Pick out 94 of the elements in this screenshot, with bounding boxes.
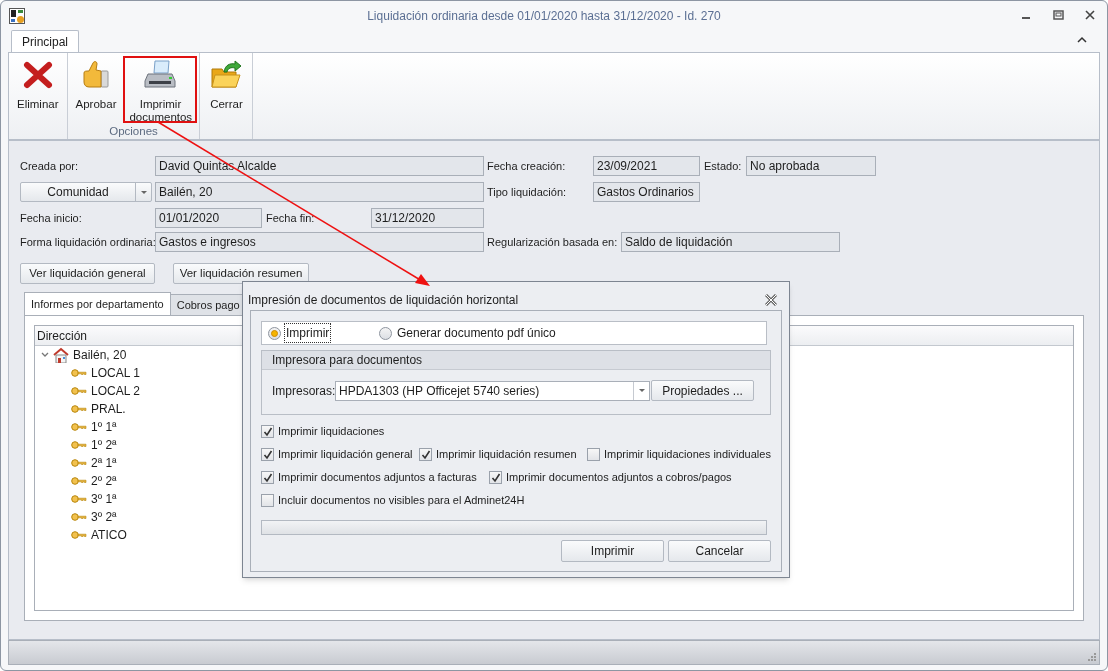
field-label: Regularización basada en:: [487, 234, 618, 250]
content-tab[interactable]: Informes por departamento: [24, 292, 171, 315]
tree-item[interactable]: 2ª 1ª: [91, 454, 117, 472]
radio-label[interactable]: Imprimir: [284, 323, 332, 343]
field-label: Estado:: [704, 158, 742, 174]
radio-button[interactable]: [268, 326, 281, 340]
check-icon: [420, 449, 431, 460]
checkbox[interactable]: [261, 425, 274, 438]
key-icon: [71, 422, 87, 432]
group-label: Opciones: [109, 125, 158, 137]
key-icon: [71, 494, 87, 504]
checkbox[interactable]: [419, 448, 432, 461]
field-label: Impresoras:: [272, 382, 335, 400]
house-icon: [53, 347, 69, 363]
key-icon: [71, 476, 87, 486]
close-button[interactable]: [765, 293, 777, 306]
group-title: Impresora para documentos: [272, 352, 423, 369]
close-icon: [765, 293, 777, 306]
checkbox[interactable]: [261, 494, 274, 507]
collapse-ribbon-icon[interactable]: [1077, 36, 1087, 44]
text-field[interactable]: 31/12/2020: [371, 208, 484, 228]
field-label: Fecha inicio:: [20, 210, 82, 226]
tree-item[interactable]: Bailén, 20: [73, 346, 127, 364]
dropdown-button[interactable]: Comunidad: [20, 182, 152, 202]
text-field[interactable]: Saldo de liquidación: [621, 232, 840, 252]
check-icon: [262, 426, 273, 437]
printer-dropdown[interactable]: HPDA1303 (HP Officejet 5740 series): [335, 380, 650, 401]
checkbox[interactable]: [261, 471, 274, 484]
printer-icon: [144, 59, 177, 89]
caret-down-icon: [637, 388, 646, 393]
text-field[interactable]: David Quintas Alcalde: [155, 156, 484, 176]
view-button[interactable]: Ver liquidación general: [20, 263, 155, 284]
text-field[interactable]: 01/01/2020: [155, 208, 262, 228]
key-icon: [71, 368, 87, 378]
checkbox-label[interactable]: Imprimir documentos adjuntos a facturas: [278, 469, 477, 486]
text-field[interactable]: Gastos e ingresos: [155, 232, 484, 252]
ribbon-button[interactable]: Eliminar: [11, 56, 65, 123]
close-icon[interactable]: [1085, 10, 1095, 20]
dialog-button[interactable]: Imprimir: [561, 540, 664, 562]
checkbox[interactable]: [261, 448, 274, 461]
radio-button[interactable]: [379, 326, 392, 340]
key-icon: [71, 440, 87, 450]
tree-item[interactable]: 2º 2ª: [91, 472, 117, 490]
tree-item[interactable]: PRAL.: [91, 400, 126, 418]
dialog-button[interactable]: Cancelar: [668, 540, 771, 562]
app-logo-icon: [9, 7, 25, 24]
ribbon-button[interactable]: Cerrar: [202, 56, 251, 123]
key-icon: [71, 512, 87, 522]
tree-item[interactable]: 3º 2ª: [91, 508, 117, 526]
tree-item[interactable]: 3º 1ª: [91, 490, 117, 508]
resize-grip-icon: [1087, 652, 1096, 661]
checkbox-label[interactable]: Imprimir documentos adjuntos a cobros/pagos: [506, 469, 732, 486]
field-label: Fecha creación:: [487, 158, 566, 174]
thumbs-up-icon: [80, 59, 112, 89]
radio-label[interactable]: Generar documento pdf único: [395, 323, 558, 343]
folder-arrow-icon: [210, 59, 243, 89]
checkbox-label[interactable]: Imprimir liquidaciones: [278, 423, 385, 440]
collapse-chevron-icon[interactable]: [41, 351, 49, 359]
column-header[interactable]: Dirección: [37, 326, 87, 345]
field-label: Forma liquidación ordinaria:: [20, 234, 156, 250]
tree-item[interactable]: 1º 2ª: [91, 436, 117, 454]
field-label: Fecha fin:: [266, 210, 315, 226]
text-field[interactable]: Bailén, 20: [155, 182, 484, 202]
text-field[interactable]: No aprobada: [746, 156, 876, 176]
key-icon: [71, 386, 87, 396]
text-field[interactable]: Gastos Ordinarios: [593, 182, 700, 202]
tree-item[interactable]: ATICO: [91, 526, 127, 544]
checkbox-label[interactable]: Imprimir liquidaciones individuales: [604, 446, 771, 463]
tree-item[interactable]: 1º 1ª: [91, 418, 117, 436]
window-title: Liquidación ordinaria desde 01/01/2020 hasta 31/12/2020 - Id. 270: [367, 7, 721, 25]
view-button[interactable]: Ver liquidación resumen: [173, 263, 309, 284]
checkbox[interactable]: [489, 471, 502, 484]
ribbon-tab[interactable]: Principal: [11, 30, 80, 52]
text-field[interactable]: 23/09/2021: [593, 156, 700, 176]
properties-button[interactable]: Propiedades ...: [651, 380, 754, 401]
ribbon-button[interactable]: Imprimir documentos: [123, 56, 198, 123]
tree-item[interactable]: LOCAL 2: [91, 382, 140, 400]
key-icon: [71, 458, 87, 468]
checkbox[interactable]: [587, 448, 600, 461]
ribbon-button[interactable]: Aprobar: [69, 56, 123, 123]
caret-down-icon: [139, 189, 148, 195]
tree-item[interactable]: LOCAL 1: [91, 364, 140, 382]
check-icon: [262, 472, 273, 483]
key-icon: [71, 404, 87, 414]
maximize-icon[interactable]: [1052, 10, 1064, 20]
field-label: Creada por:: [20, 158, 79, 174]
cross-icon: [21, 59, 54, 89]
key-icon: [71, 530, 87, 540]
field-label: Tipo liquidación:: [487, 184, 567, 200]
check-icon: [490, 472, 501, 483]
checkbox-label[interactable]: Incluir documentos no visibles para el Adminet24H: [278, 492, 525, 509]
checkbox-label[interactable]: Imprimir liquidación resumen: [436, 446, 577, 463]
checkbox-label[interactable]: Imprimir liquidación general: [278, 446, 413, 463]
check-icon: [262, 449, 273, 460]
